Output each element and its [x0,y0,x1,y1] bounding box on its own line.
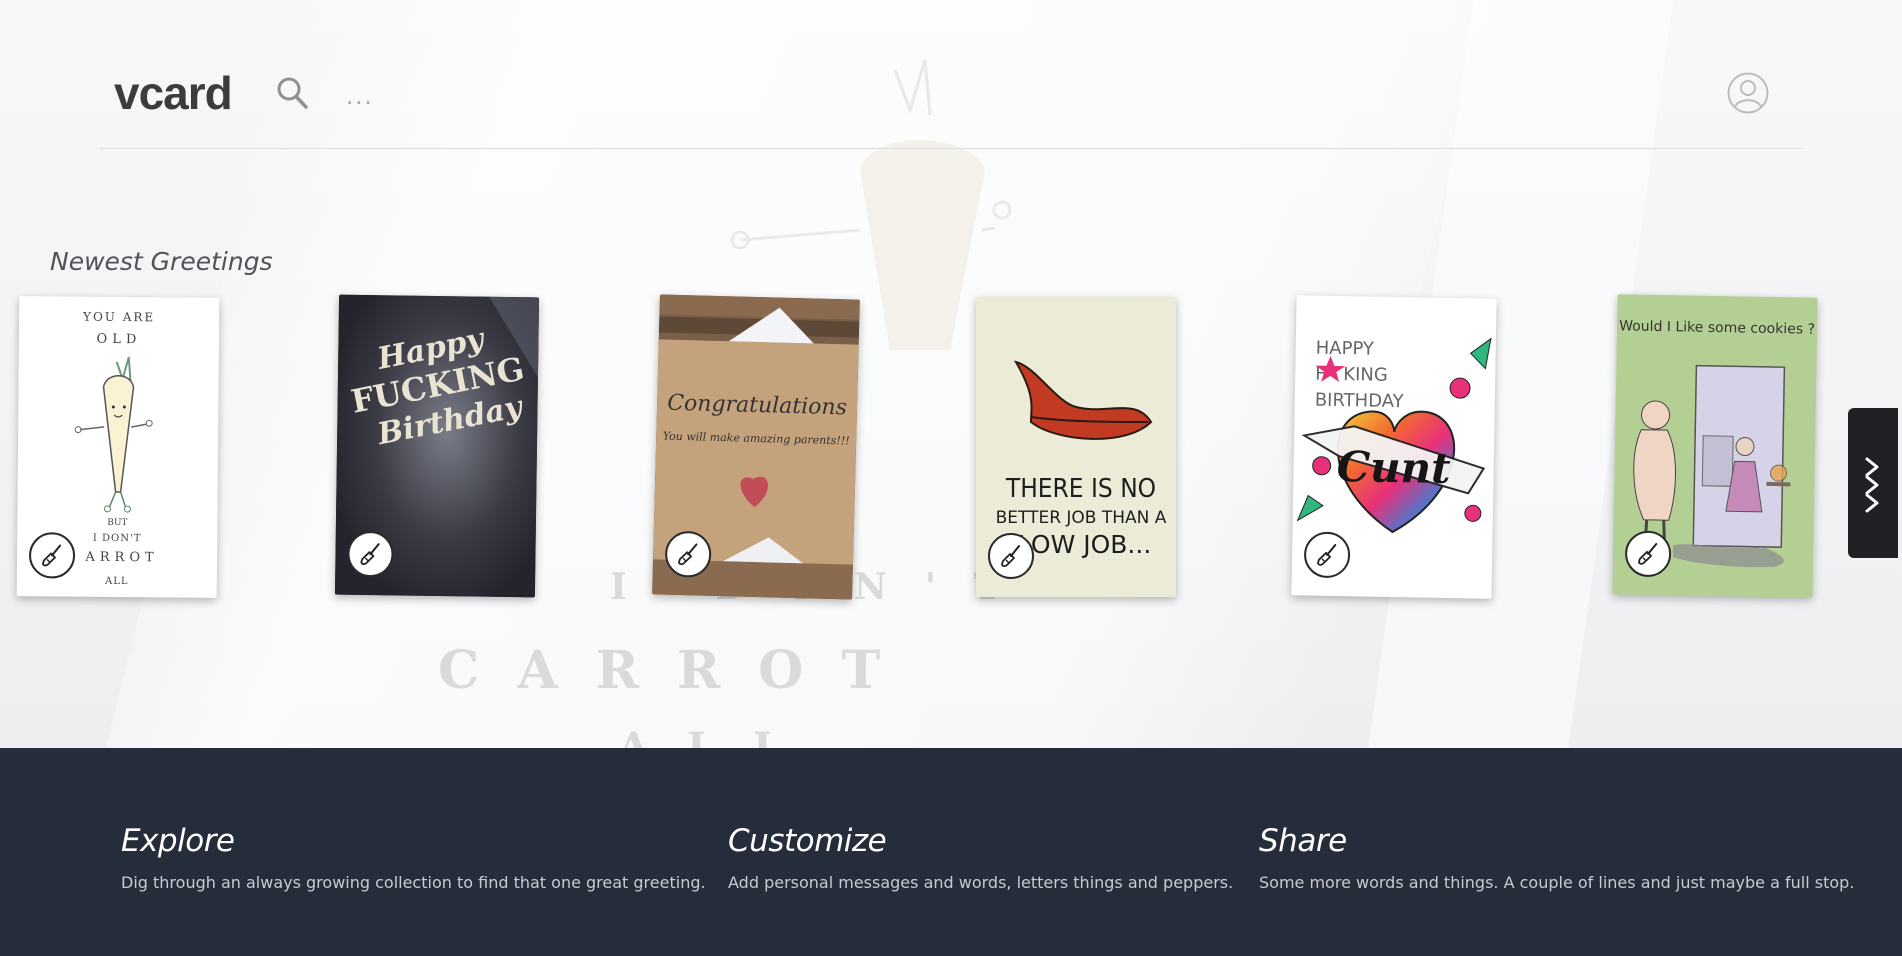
top-navbar: vcard ... [100,40,1802,149]
user-circle-icon[interactable] [1727,72,1769,119]
greeting-card-congratulations[interactable]: Congratulations You will make amazing pa… [652,294,860,600]
card-text: ARROT [84,550,158,566]
card-text: OLD [97,332,142,347]
greeting-card-cookies[interactable]: Would I Like some cookies ? [1612,294,1818,598]
paintbrush-icon [360,543,380,565]
greeting-card-tattoo-heart[interactable]: HAPPY F KING BIRTHDAY Cunt [1291,295,1497,599]
paintbrush-icon [42,544,62,567]
section-title: Newest Greetings [50,246,273,276]
customize-card-button[interactable] [28,532,76,579]
triple-chevron-right-icon [1865,457,1879,513]
customize-card-button[interactable] [988,533,1034,579]
features-footer: Explore Dig through an always growing co… [0,748,1902,956]
paintbrush-icon [1001,545,1020,567]
paintbrush-icon [1638,542,1658,565]
greeting-card-lips[interactable]: THERE IS NO BETTER JOB THAN A BLOW JOB..… [976,297,1176,597]
card-text: Would I Like some cookies ? [1619,318,1815,337]
feature-title: Share [1259,823,1347,859]
card-text: ALL [104,576,129,587]
feature-title: Explore [121,823,235,859]
background-text-line: CARROT [438,640,919,701]
feature-description: Add personal messages and words, letters… [728,873,1234,892]
paintbrush-icon [1317,543,1337,566]
carousel-next-button[interactable] [1848,408,1898,558]
feature-share: Share Some more words and things. A coup… [1259,823,1854,892]
card-text: I DON'T [93,533,142,544]
background-text-line: ALL [618,724,820,748]
greeting-card-carrot[interactable]: YOU ARE OLD BUT I DON'T ARROT ALL [16,296,220,598]
feature-description: Some more words and things. A couple of … [1259,873,1855,892]
site-logo[interactable]: vcard [114,66,233,120]
card-text: Congratulations [667,391,847,421]
card-text: BIRTHDAY [1315,390,1405,413]
greeting-card-happy-birthday[interactable]: Happy FUCKING Birthday [334,294,540,598]
search-icon[interactable] [276,76,310,117]
more-menu-button[interactable]: ... [346,80,374,111]
card-text: BETTER JOB THAN A [996,508,1167,528]
card-text: KING [1343,364,1388,386]
paintbrush-icon [678,543,698,566]
card-text: YOU ARE [82,310,155,325]
feature-customize: Customize Add personal messages and word… [728,823,1233,892]
feature-title: Customize [728,823,887,859]
card-text: BUT [107,518,127,528]
card-text: THERE IS NO [1005,474,1156,504]
feature-description: Dig through an always growing collection… [121,873,706,892]
card-text: HAPPY [1316,338,1376,360]
card-text: Cunt [1336,442,1451,493]
feature-explore: Explore Dig through an always growing co… [121,823,706,892]
